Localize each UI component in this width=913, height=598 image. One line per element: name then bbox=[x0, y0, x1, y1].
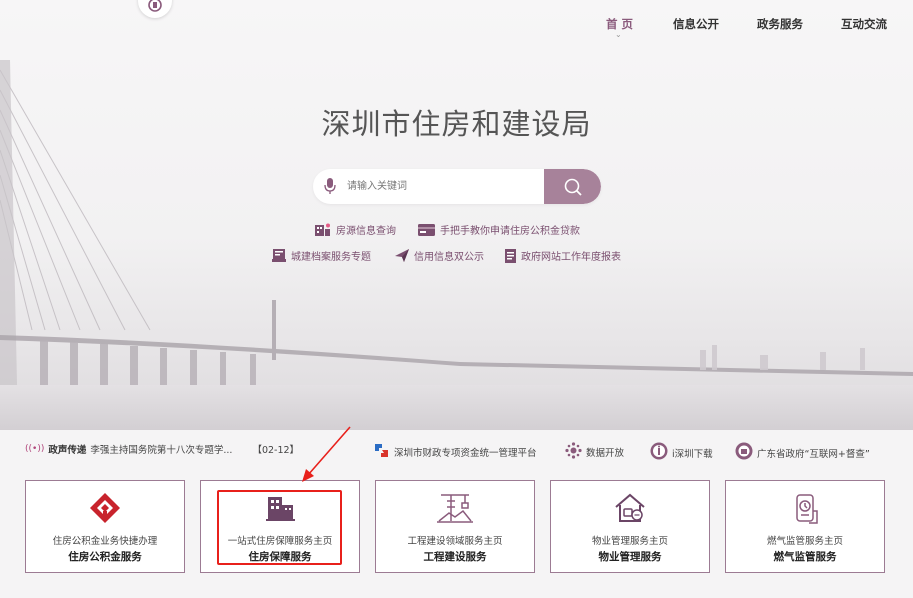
card-icon bbox=[418, 223, 435, 236]
link-gd-gov[interactable]: 广东省政府“互联网+督查” bbox=[735, 442, 870, 463]
card-title: 燃气监管服务 bbox=[773, 551, 837, 563]
card-subtitle: 一站式住房保障服务主页 bbox=[227, 536, 333, 547]
card-title: 物业管理服务 bbox=[598, 551, 662, 563]
card-subtitle: 燃气监管服务主页 bbox=[766, 536, 843, 547]
news-tag: 政声传递 bbox=[48, 445, 87, 456]
report-icon bbox=[505, 248, 516, 263]
quick-link-archive[interactable]: 城建档案服务专题 bbox=[272, 248, 371, 263]
link-label: 深圳市财政专项资金统一管理平台 bbox=[394, 448, 537, 459]
news-headline[interactable]: 李强主持国务院第十八次专题学... bbox=[90, 442, 232, 456]
archive-icon bbox=[272, 249, 286, 262]
news-ticker: ((•)) 政声传递 李强主持国务院第十八次专题学... 【02-12】 深圳市… bbox=[0, 437, 913, 461]
quick-link-label: 城建档案服务专题 bbox=[291, 252, 371, 263]
link-i-shenzhen[interactable]: i深圳下载 bbox=[650, 442, 713, 463]
quick-link-label: 信用信息双公示 bbox=[414, 252, 484, 263]
link-label: i深圳下载 bbox=[672, 448, 713, 460]
quick-link-housing-query[interactable]: 房源信息查询 bbox=[315, 222, 396, 237]
quick-link-annual-report[interactable]: 政府网站工作年度报表 bbox=[505, 248, 621, 263]
service-card-property[interactable]: 物业管理服务主页 物业管理服务 bbox=[550, 480, 710, 573]
nav-active-indicator: ⌄ bbox=[615, 30, 622, 39]
service-card-gas[interactable]: 燃气监管服务主页 燃气监管服务 bbox=[725, 480, 885, 573]
service-card-provident-fund[interactable]: 住房公积金业务快捷办理 住房公积金服务 bbox=[25, 480, 185, 573]
construction-icon bbox=[376, 491, 534, 525]
gas-icon bbox=[726, 491, 884, 527]
quick-link-label: 政府网站工作年度报表 bbox=[521, 252, 621, 263]
card-title: 住房保障服务 bbox=[248, 551, 312, 563]
card-title: 工程建设服务 bbox=[423, 551, 487, 563]
hero-background bbox=[0, 0, 913, 430]
card-title: 住房公积金服务 bbox=[68, 551, 142, 563]
link-finance-platform[interactable]: 深圳市财政专项资金统一管理平台 bbox=[373, 442, 537, 462]
quick-link-label: 手把手教你申请住房公积金贷款 bbox=[440, 226, 580, 237]
card-subtitle: 物业管理服务主页 bbox=[591, 536, 668, 547]
i-shenzhen-icon bbox=[650, 442, 668, 463]
emblem-icon bbox=[148, 0, 162, 12]
nav-info-public[interactable]: 信息公开 bbox=[673, 16, 719, 32]
property-icon bbox=[551, 491, 709, 525]
service-card-housing-security[interactable]: 一站式住房保障服务主页 住房保障服务 bbox=[200, 480, 360, 573]
finance-platform-icon bbox=[373, 442, 390, 462]
send-icon bbox=[395, 249, 409, 262]
housing-security-icon bbox=[201, 491, 359, 525]
bridge-illustration bbox=[0, 60, 913, 430]
card-subtitle: 住房公积金业务快捷办理 bbox=[52, 536, 158, 547]
gd-gov-icon bbox=[735, 442, 753, 463]
data-open-icon bbox=[565, 442, 582, 462]
quick-link-label: 房源信息查询 bbox=[336, 226, 396, 237]
nav-gov-services[interactable]: 政务服务 bbox=[757, 16, 803, 32]
link-label: 广东省政府“互联网+督查” bbox=[757, 448, 870, 460]
news-headline-item[interactable]: ((•)) 政声传递 李强主持国务院第十八次专题学... 【02-12】 bbox=[25, 442, 299, 456]
service-card-construction[interactable]: 工程建设领域服务主页 工程建设服务 bbox=[375, 480, 535, 573]
nav-interaction[interactable]: 互动交流 bbox=[841, 16, 887, 32]
quick-link-credit[interactable]: 信用信息双公示 bbox=[395, 248, 484, 263]
news-date: 【02-12】 bbox=[252, 445, 300, 456]
search-button[interactable] bbox=[544, 169, 601, 204]
card-subtitle: 工程建设领域服务主页 bbox=[407, 536, 503, 547]
building-icon bbox=[315, 223, 331, 236]
broadcast-icon: ((•)) bbox=[25, 444, 45, 454]
search-icon bbox=[564, 178, 582, 196]
search-input[interactable] bbox=[347, 169, 537, 204]
page-title: 深圳市住房和建设局 bbox=[321, 107, 592, 141]
quick-link-fund-loan[interactable]: 手把手教你申请住房公积金贷款 bbox=[418, 222, 580, 237]
link-data-open[interactable]: 数据开放 bbox=[565, 442, 624, 462]
microphone-icon[interactable] bbox=[324, 177, 336, 199]
provident-fund-icon bbox=[26, 491, 184, 525]
search-bar bbox=[313, 169, 601, 204]
link-label: 数据开放 bbox=[586, 448, 625, 459]
top-nav: 首 页 信息公开 政务服务 互动交流 bbox=[0, 16, 913, 36]
